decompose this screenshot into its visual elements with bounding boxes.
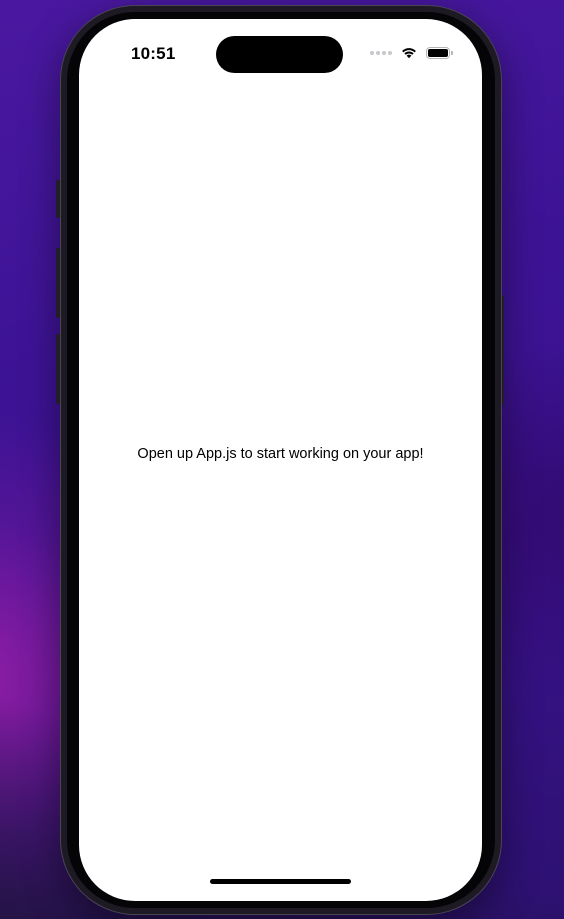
- battery-icon: [426, 47, 453, 59]
- dynamic-island: [216, 36, 343, 73]
- app-message: Open up App.js to start working on your …: [137, 446, 424, 462]
- battery-tip: [451, 51, 453, 55]
- home-indicator[interactable]: [210, 879, 351, 884]
- status-icons: [370, 46, 453, 60]
- status-time: 10:51: [131, 44, 176, 63]
- signal-dots-icon: [370, 51, 392, 55]
- wifi-icon: [402, 48, 416, 59]
- simulator-screen[interactable]: 10:51 Open up App.js to start working on…: [79, 19, 482, 901]
- status-bar: 10:51: [79, 19, 482, 79]
- battery-level: [428, 49, 448, 57]
- app-container: Open up App.js to start working on your …: [79, 79, 482, 869]
